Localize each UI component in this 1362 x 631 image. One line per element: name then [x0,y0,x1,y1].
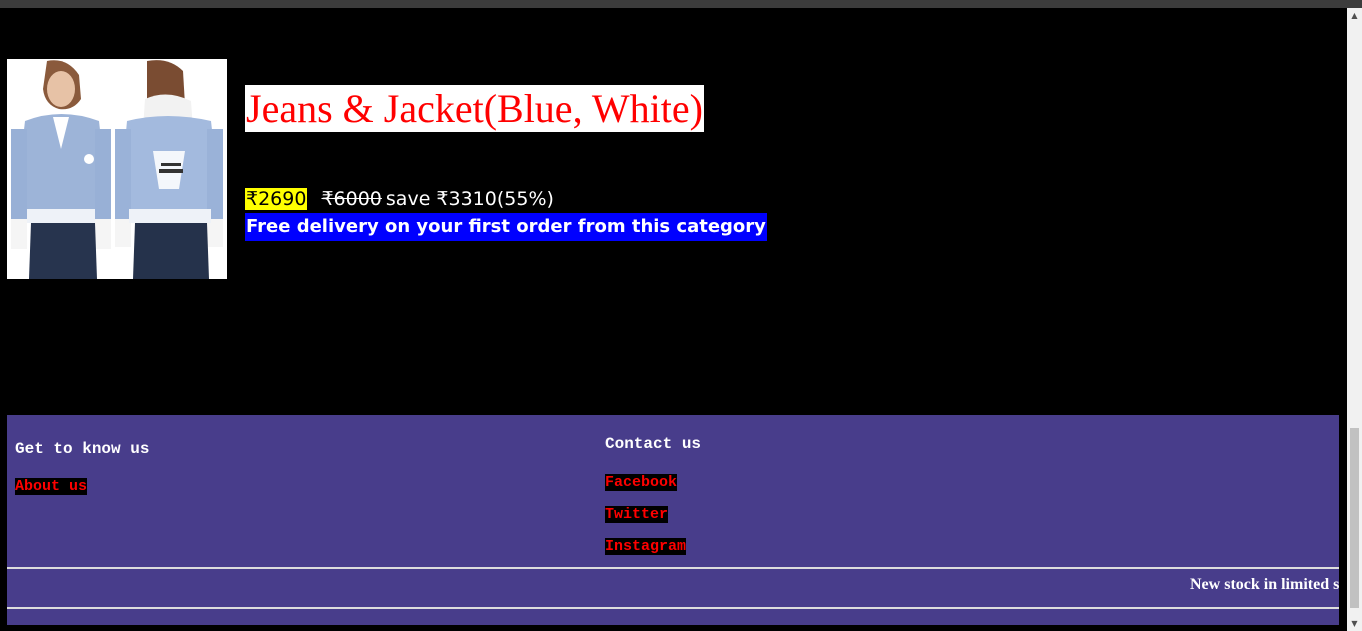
jacket-image [7,59,227,279]
delivery-banner: Free delivery on your first order from t… [245,213,767,241]
product-image[interactable] [7,59,227,279]
footer-heading-contact: Contact us [605,435,702,453]
scroll-thumb[interactable] [1350,428,1359,608]
footer: Get to know us About us Contact us Faceb… [7,415,1339,625]
scroll-up-icon[interactable]: ▲ [1347,8,1362,23]
facebook-link[interactable]: Facebook [605,474,678,491]
current-price: ₹2690 [245,188,308,210]
product-title: Jeans & Jacket(Blue, White) [245,85,704,132]
scroll-down-icon[interactable]: ▼ [1347,616,1362,631]
price-row: ₹2690 ₹6000 save ₹3310(55%) [245,185,554,213]
browser-top-bar [0,0,1362,8]
marquee-text: New stock in limited s [1190,576,1339,593]
instagram-link[interactable]: Instagram [605,538,687,555]
footer-heading-get-to-know: Get to know us [15,440,150,458]
twitter-link[interactable]: Twitter [605,506,669,523]
footer-divider-bottom [7,607,1339,609]
original-price: ₹6000 [321,188,382,210]
footer-divider-top [7,567,1339,569]
savings-text: save ₹3310(55%) [385,188,554,210]
about-us-link[interactable]: About us [15,478,88,495]
vertical-scrollbar[interactable]: ▲ ▼ [1347,8,1362,631]
